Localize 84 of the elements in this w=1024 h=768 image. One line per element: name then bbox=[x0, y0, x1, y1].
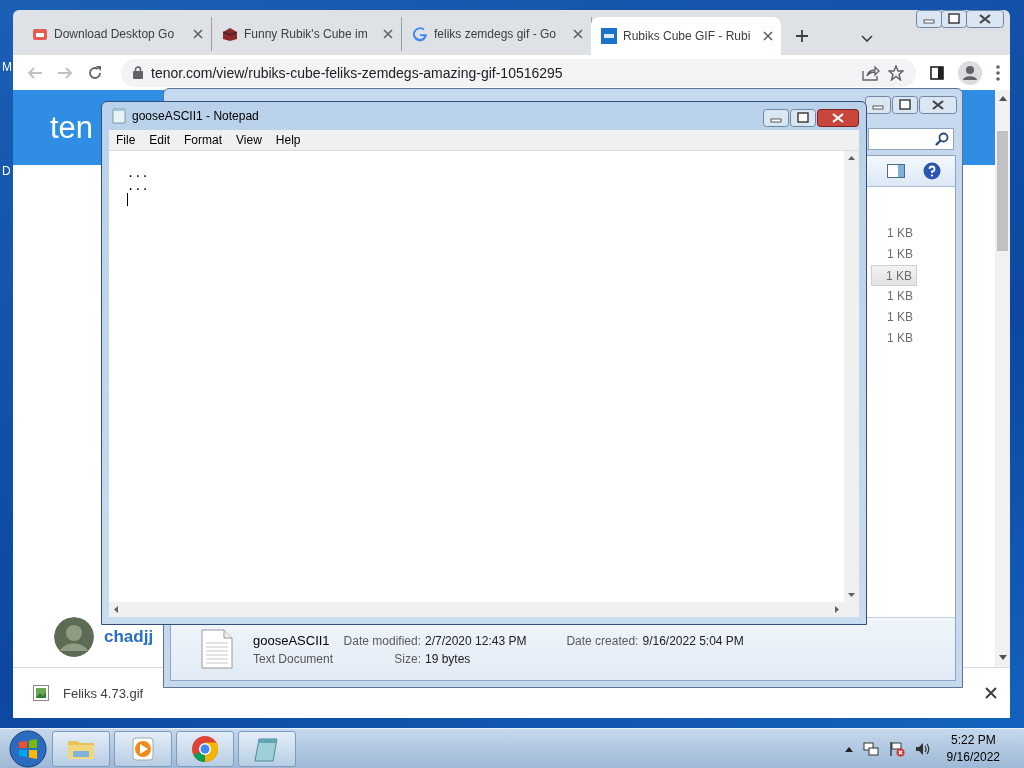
minimize-button[interactable] bbox=[916, 10, 942, 28]
flag-warning-icon[interactable] bbox=[888, 740, 905, 757]
search-field[interactable] bbox=[868, 128, 954, 150]
size-cell[interactable]: 1 KB bbox=[871, 286, 917, 307]
image-file-icon bbox=[33, 685, 49, 701]
close-button[interactable] bbox=[817, 109, 859, 127]
scroll-down-icon[interactable] bbox=[998, 655, 1007, 661]
username-link[interactable]: chadjj bbox=[104, 627, 154, 647]
minimize-button[interactable] bbox=[865, 96, 891, 114]
taskbar-button[interactable] bbox=[176, 730, 234, 767]
browser-tab[interactable]: Download Desktop Go bbox=[22, 17, 212, 51]
menu-icon[interactable] bbox=[996, 64, 1000, 81]
browser-tab[interactable]: Funny Rubik's Cube im bbox=[212, 17, 402, 51]
file-name: gooseASCII1 bbox=[253, 632, 330, 648]
desktop-icon-label[interactable]: D bbox=[2, 164, 11, 178]
address-bar[interactable]: tenor.com/view/rubiks-cube-feliks-zemdegs-amazing-gif-10516295 bbox=[121, 58, 916, 87]
menu-item[interactable]: Help bbox=[268, 133, 308, 147]
size-cell[interactable]: 1 KB bbox=[871, 244, 917, 265]
menu-item[interactable]: View bbox=[229, 133, 269, 147]
scroll-up-icon[interactable] bbox=[998, 95, 1007, 101]
avatar[interactable] bbox=[54, 617, 94, 657]
new-tab-icon[interactable] bbox=[795, 29, 809, 43]
browser-tab[interactable]: Rubiks Cube GIF - Rubi bbox=[591, 17, 781, 55]
maximize-button[interactable] bbox=[941, 10, 967, 28]
preview-pane-icon[interactable] bbox=[887, 164, 905, 178]
close-downloads-icon[interactable] bbox=[985, 687, 997, 699]
window-title: gooseASCII1 - Notepad bbox=[132, 109, 260, 123]
field-value: 9/16/2022 5:04 PM bbox=[642, 633, 744, 648]
download-name[interactable]: Feliks 4.73.gif bbox=[63, 685, 144, 701]
box-icon bbox=[222, 26, 238, 42]
scroll-right-icon[interactable] bbox=[835, 606, 839, 613]
maximize-button[interactable] bbox=[892, 96, 918, 114]
horizontal-scrollbar[interactable] bbox=[109, 602, 844, 617]
menu-item[interactable]: File bbox=[109, 133, 143, 147]
scroll-down-icon[interactable] bbox=[848, 593, 855, 597]
text-caret bbox=[127, 193, 128, 206]
search-icon[interactable] bbox=[935, 132, 949, 146]
size-cell[interactable]: 1 KB bbox=[871, 307, 917, 328]
google-icon bbox=[412, 26, 428, 42]
close-button[interactable] bbox=[966, 10, 1004, 28]
scroll-up-icon[interactable] bbox=[848, 156, 855, 160]
size-cell[interactable]: 1 KB bbox=[871, 265, 917, 286]
close-button[interactable] bbox=[919, 96, 957, 114]
text-file-icon bbox=[201, 629, 233, 669]
close-tab-icon[interactable] bbox=[761, 29, 775, 43]
gif-icon bbox=[601, 28, 617, 44]
maximize-button[interactable] bbox=[790, 109, 816, 127]
file-type: Text Document bbox=[253, 651, 335, 666]
field-label: Date created: bbox=[566, 633, 639, 648]
scroll-left-icon[interactable] bbox=[114, 606, 118, 613]
show-hidden-icons[interactable] bbox=[844, 745, 853, 752]
field-value: 2/7/2020 12:43 PM bbox=[425, 633, 527, 648]
clock-time: 5:22 PM bbox=[950, 733, 996, 747]
taskbar-button[interactable] bbox=[114, 730, 172, 767]
lock-icon bbox=[133, 66, 143, 79]
field-label: Date modified: bbox=[343, 633, 421, 648]
clock-date: 9/16/2022 bbox=[946, 750, 1000, 764]
close-tab-icon[interactable] bbox=[571, 27, 585, 41]
field-value: 19 bytes bbox=[425, 651, 472, 666]
vertical-scrollbar[interactable] bbox=[844, 151, 859, 602]
menu-item[interactable]: Edit bbox=[142, 133, 178, 147]
text-line: ... bbox=[127, 180, 150, 193]
share-icon[interactable] bbox=[862, 64, 880, 81]
scrollbar[interactable] bbox=[995, 90, 1010, 667]
notepad-icon bbox=[112, 108, 126, 124]
close-tab-icon[interactable] bbox=[191, 27, 205, 41]
scrollbar-thumb[interactable] bbox=[997, 131, 1008, 251]
star-icon[interactable] bbox=[888, 64, 904, 81]
reload-icon[interactable] bbox=[87, 64, 103, 81]
profile-icon[interactable] bbox=[958, 60, 982, 85]
tab-search-icon[interactable] bbox=[861, 35, 873, 43]
text-line: ... bbox=[127, 167, 150, 180]
help-icon[interactable] bbox=[923, 162, 941, 180]
clock[interactable]: 5:22 PM 9/16/2022 bbox=[946, 733, 1000, 764]
field-label: Size: bbox=[393, 651, 421, 666]
close-tab-icon[interactable] bbox=[381, 27, 395, 41]
start-button[interactable] bbox=[8, 728, 48, 768]
size-cell[interactable]: 1 KB bbox=[871, 328, 917, 349]
desktop-icon-label[interactable]: M bbox=[2, 60, 12, 74]
minimize-button[interactable] bbox=[763, 109, 789, 127]
size-cell[interactable]: 1 KB bbox=[871, 223, 917, 244]
network-icon[interactable] bbox=[862, 740, 879, 757]
side-panel-icon[interactable] bbox=[930, 65, 944, 80]
menu-item[interactable]: Format bbox=[177, 133, 230, 147]
